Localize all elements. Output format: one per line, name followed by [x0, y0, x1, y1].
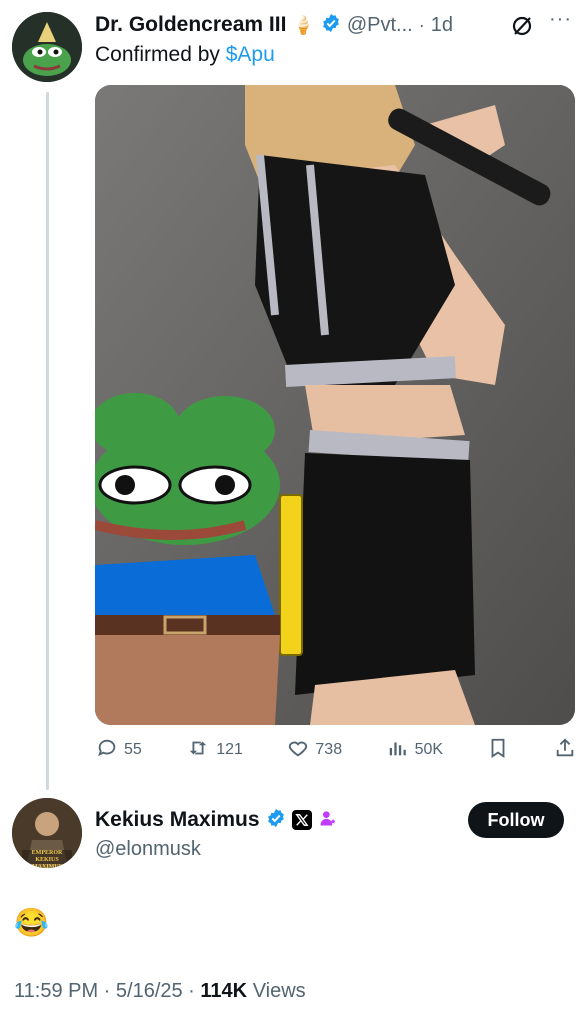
tweet-action-bar: 55 121 738 50K: [96, 736, 576, 764]
ice-cream-emoji: 🍦: [292, 14, 315, 35]
heart-icon: [287, 737, 309, 764]
repost-count: 121: [216, 741, 243, 758]
reply-author-avatar[interactable]: EMPEROR KEKIUS MAXIMUS: [12, 798, 82, 868]
bookmark-icon: [487, 737, 509, 764]
verified-badge-icon: [266, 808, 286, 833]
author-name[interactable]: Dr. Goldencream III: [95, 13, 286, 37]
repost-icon: [186, 737, 210, 764]
post-time[interactable]: 1d: [431, 14, 453, 37]
grok-icon[interactable]: [510, 14, 534, 38]
x-logo-badge-icon: [291, 810, 312, 830]
affiliate-badge-icon: [318, 808, 338, 833]
follow-button[interactable]: Follow: [468, 802, 564, 838]
analytics-icon: [387, 737, 409, 764]
reply-timestamp[interactable]: 11:59 PM · 5/16/25 ·: [14, 980, 195, 1002]
like-button[interactable]: 738: [287, 737, 342, 764]
bookmark-button[interactable]: [487, 737, 509, 764]
like-count: 738: [315, 741, 343, 758]
tweet-text: Confirmed by $Apu: [95, 43, 275, 67]
reply-icon: [96, 737, 118, 764]
avatar-caption: EMPEROR KEKIUS MAXIMUS: [31, 850, 63, 868]
share-icon: [554, 737, 576, 764]
tweet-media-image[interactable]: [95, 85, 575, 725]
reply-author-handle[interactable]: @elonmusk: [95, 838, 201, 861]
repost-button[interactable]: 121: [186, 737, 243, 764]
more-options-icon[interactable]: ···: [549, 8, 572, 31]
separator-dot: ·: [418, 14, 425, 35]
cashtag-link[interactable]: $Apu: [226, 43, 275, 66]
reply-views-count: 114K: [200, 980, 248, 1002]
share-button[interactable]: [554, 737, 576, 764]
reply-button[interactable]: 55: [96, 737, 142, 764]
reply-header: Kekius Maximus: [95, 805, 338, 835]
verified-badge-icon: [321, 13, 341, 38]
reply-content-emoji: 😂: [14, 907, 49, 938]
thread-connector-line: [46, 92, 49, 790]
tweet-header: Dr. Goldencream III 🍦 @Pvt... · 1d: [95, 10, 453, 40]
view-count: 50K: [414, 741, 444, 758]
tweet-text-prefix: Confirmed by: [95, 43, 220, 66]
reply-meta: 11:59 PM · 5/16/25 · 114K Views: [14, 980, 306, 1003]
author-handle[interactable]: @Pvt...: [347, 14, 413, 37]
reply-views-label: Views: [252, 980, 306, 1002]
author-avatar[interactable]: [12, 12, 82, 82]
reply-count: 55: [124, 741, 142, 758]
views-button[interactable]: 50K: [387, 737, 443, 764]
reply-author-name[interactable]: Kekius Maximus: [95, 808, 260, 832]
